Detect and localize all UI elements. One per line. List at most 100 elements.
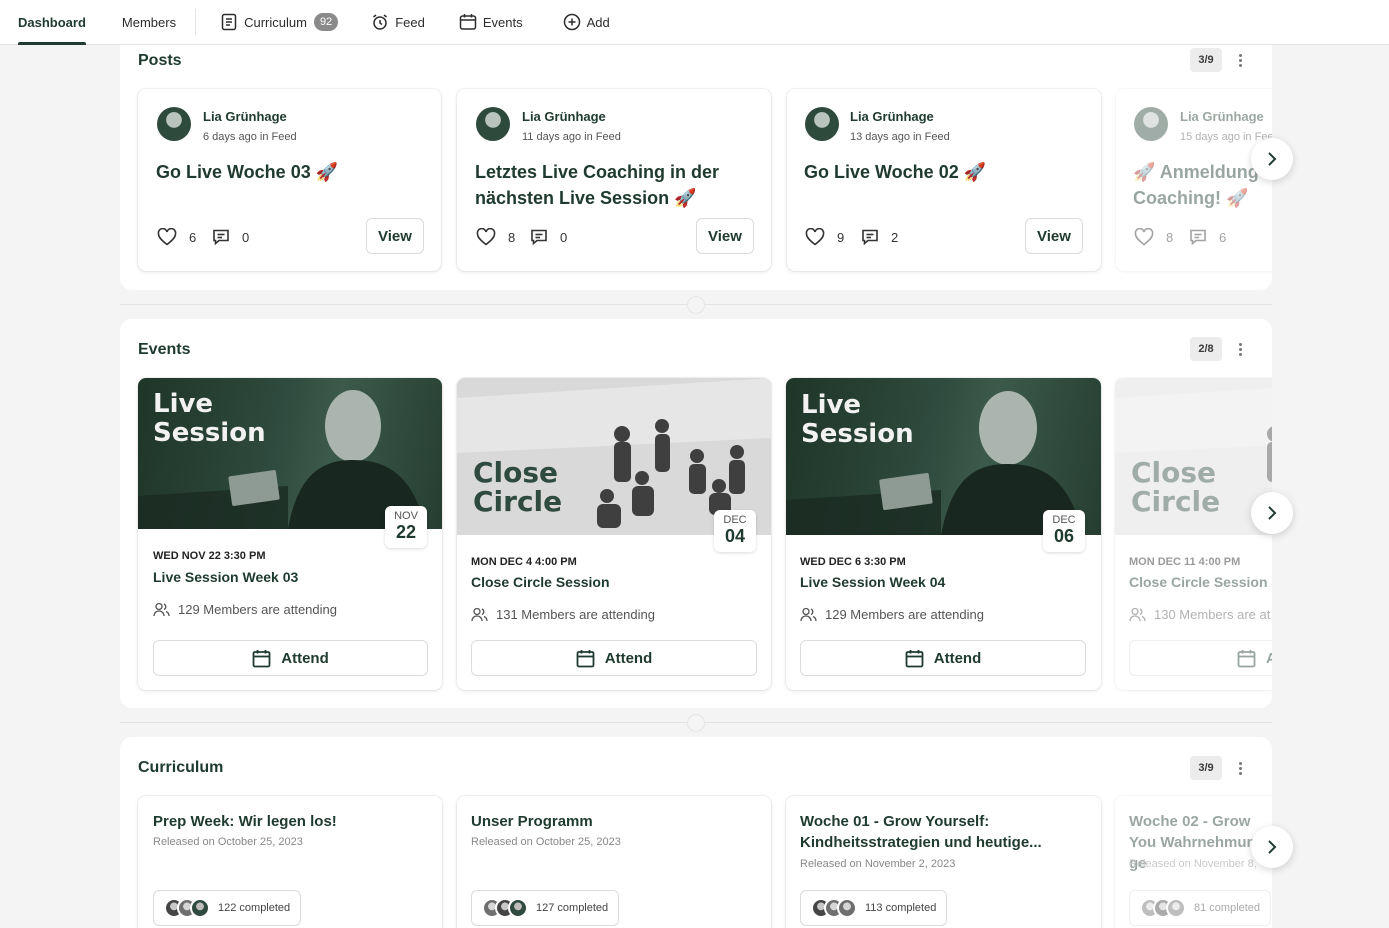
tab-dashboard-label: Dashboard (18, 14, 86, 30)
event-time: MON DEC 11 4:00 PM (1129, 556, 1241, 568)
completed-badge[interactable]: 122 completed (153, 890, 302, 926)
curriculum-section: Curriculum 3/9 Prep Week: Wir legen los!… (120, 737, 1272, 928)
comments-count: 6 (1219, 229, 1227, 245)
avatar (157, 107, 191, 141)
heart-icon (476, 228, 496, 246)
event-card[interactable]: Close Circle DEC 04 MON DEC 4 4:00 PM Cl… (457, 378, 771, 690)
tab-members-label: Members (121, 14, 177, 30)
event-time: WED NOV 22 3:30 PM (153, 550, 266, 562)
event-day: 22 (395, 522, 417, 542)
completed-badge[interactable]: 81 completed (1129, 890, 1272, 926)
likes-stat[interactable]: 6 (157, 228, 196, 246)
curriculum-release-date: Released on November 8, (1129, 858, 1257, 870)
event-image-text: Live Session (153, 389, 266, 448)
post-title: Go Live Woche 02 🚀 (804, 162, 987, 182)
avatar (1134, 107, 1168, 141)
post-card[interactable]: Lia Grünhage 11 days ago in Feed Letztes… (457, 89, 771, 271)
likes-stat[interactable]: 8 (1134, 228, 1173, 246)
event-attending: 129 Members are attending (800, 607, 984, 622)
completed-count: 122 completed (218, 902, 291, 914)
curriculum-card-title: Prep Week: Wir legen los! (153, 813, 337, 830)
comments-stat[interactable]: 6 (1189, 228, 1226, 246)
curriculum-card-title: Woche 01 - Grow Yourself: Kindheitsstrat… (800, 813, 1042, 851)
completed-badge[interactable]: 127 completed (471, 890, 620, 926)
attend-button[interactable]: A (1129, 640, 1272, 676)
attend-button[interactable]: Attend (471, 640, 757, 676)
completed-count: 81 completed (1194, 902, 1261, 914)
calendar-icon (252, 649, 271, 667)
curriculum-release-date: Released on October 25, 2023 (471, 836, 621, 848)
curriculum-kebab-icon[interactable] (1232, 756, 1248, 780)
tab-dashboard[interactable]: Dashboard (18, 0, 86, 45)
view-button[interactable]: View (1025, 218, 1083, 254)
event-title: Close Circle Session (1129, 574, 1268, 590)
likes-count: 9 (837, 229, 845, 245)
comments-stat[interactable]: 0 (212, 228, 249, 246)
attend-button[interactable]: Attend (153, 640, 428, 676)
comment-icon (213, 229, 229, 246)
event-date-badge: NOV 22 (385, 506, 427, 548)
post-title: Go Live Woche 03 🚀 (156, 162, 339, 182)
likes-count: 6 (189, 229, 197, 245)
completed-count: 127 completed (536, 902, 609, 914)
likes-stat[interactable]: 8 (476, 228, 515, 246)
posts-kebab-icon[interactable] (1232, 48, 1248, 72)
comments-stat[interactable]: 0 (530, 228, 567, 246)
event-time: WED DEC 6 3:30 PM (800, 556, 906, 568)
attend-label: Attend (604, 649, 653, 667)
tab-feed[interactable]: Feed (371, 0, 425, 45)
post-card[interactable]: Lia Grünhage 15 days ago in Feed 🚀 Anmel… (1116, 89, 1272, 271)
event-title: Live Session Week 03 (153, 569, 299, 585)
curriculum-card[interactable]: Prep Week: Wir legen los! Released on Oc… (138, 796, 442, 928)
comments-stat[interactable]: 2 (861, 228, 898, 246)
view-button[interactable]: View (696, 218, 754, 254)
attend-button[interactable]: Attend (800, 640, 1086, 676)
event-title: Close Circle Session (471, 574, 610, 590)
add-button[interactable]: Add (563, 0, 610, 45)
event-image: Close Circle (1115, 378, 1272, 535)
events-kebab-icon[interactable] (1232, 337, 1248, 361)
post-card[interactable]: Lia Grünhage 6 days ago in Feed Go Live … (138, 89, 441, 271)
curriculum-card-title: Unser Programm (471, 813, 593, 830)
top-nav: Dashboard Members Curriculum 92 Feed Eve… (0, 0, 1389, 45)
tab-feed-label: Feed (395, 14, 425, 30)
event-card[interactable]: Live Session NOV 22 WED NOV 22 3:30 PM L… (138, 378, 442, 690)
comment-icon (862, 229, 878, 246)
chevron-right-icon (1268, 506, 1277, 520)
calendar-icon (576, 649, 595, 667)
view-button[interactable]: View (366, 218, 424, 254)
comments-count: 2 (891, 229, 899, 245)
posts-next-button[interactable] (1251, 138, 1293, 180)
event-image-text: Live Session (801, 390, 914, 449)
attending-text: 131 Members are attending (496, 607, 655, 622)
comment-icon (531, 229, 547, 246)
tab-members[interactable]: Members (122, 0, 176, 45)
curriculum-card[interactable]: Woche 02 - Grow You Wahrnehmung ge Relea… (1115, 796, 1272, 928)
event-attending: 129 Members are attending (153, 602, 337, 617)
events-title: Events (138, 341, 191, 358)
event-attending: 131 Members are attending (471, 607, 655, 622)
event-day: 04 (724, 526, 746, 546)
curriculum-count-badge: 92 (313, 13, 339, 31)
curriculum-card[interactable]: Unser Programm Released on October 25, 2… (457, 796, 771, 928)
events-next-button[interactable] (1251, 492, 1293, 534)
curriculum-card[interactable]: Woche 01 - Grow Yourself: Kindheitsstrat… (786, 796, 1101, 928)
curriculum-title: Curriculum (138, 759, 224, 776)
completed-badge[interactable]: 113 completed (800, 890, 948, 926)
attend-label: Attend (281, 649, 329, 667)
attending-text: 129 Members are attending (178, 602, 337, 617)
event-date-badge: DEC 04 (714, 510, 756, 552)
post-author: Lia Grünhage (850, 109, 934, 124)
events-icon (459, 13, 477, 31)
event-card[interactable]: Live Session DEC 06 WED DEC 6 3:30 PM Li… (786, 378, 1101, 690)
tab-curriculum[interactable]: Curriculum 92 (220, 0, 339, 45)
tab-events[interactable]: Events (459, 0, 523, 45)
posts-section: Posts 3/9 Lia Grünhage 6 days ago in Fee… (120, 45, 1272, 290)
curriculum-icon (220, 13, 238, 31)
event-card[interactable]: Close Circle MON DEC 11 4:00 PM Close Ci… (1115, 378, 1272, 690)
heart-icon (805, 228, 825, 246)
post-card[interactable]: Lia Grünhage 13 days ago in Feed Go Live… (787, 89, 1101, 271)
curriculum-next-button[interactable] (1251, 826, 1293, 868)
post-meta: 11 days ago in Feed (522, 131, 621, 143)
likes-stat[interactable]: 9 (805, 228, 844, 246)
